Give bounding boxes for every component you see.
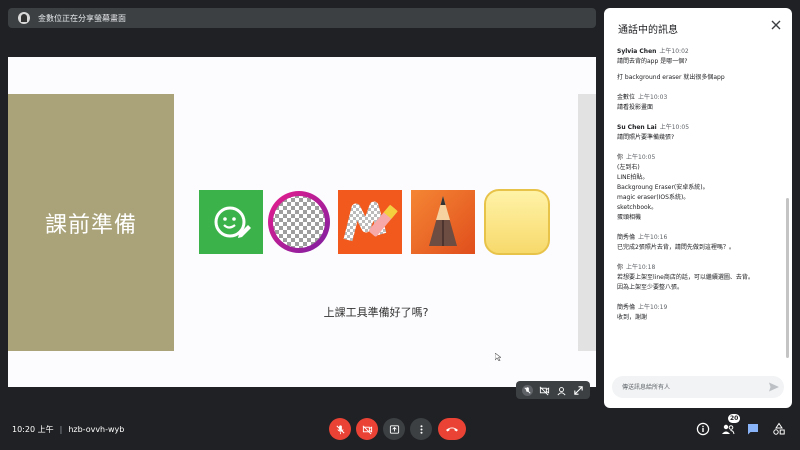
message-sender: Su Chen Lai — [617, 124, 657, 131]
message-text: LINE拍貼。 — [617, 174, 649, 181]
message-time: 上午10:02 — [659, 48, 689, 55]
meeting-code: hzb-ovvh-wyb — [68, 425, 125, 434]
message-time: 上午10:18 — [626, 264, 656, 271]
chat-message: Sylvia Chen 上午10:02 請問去背的app 是哪一個? 打 back… — [617, 46, 777, 83]
send-icon[interactable] — [768, 381, 780, 393]
chat-title: 通話中的訊息 — [618, 25, 678, 36]
message-time: 上午10:16 — [638, 234, 668, 241]
message-text: 請問照片要準備幾張? — [617, 134, 675, 141]
close-icon[interactable] — [770, 19, 782, 31]
message-time: 上午10:05 — [659, 124, 690, 131]
line-camera-icon — [199, 190, 263, 254]
chat-message: 簡秀倫 上午10:16 已完成2張照片去背，請問先做到這裡嗎？。 — [617, 232, 777, 253]
chat-message-list: Sylvia Chen 上午10:02 請問去背的app 是哪一個? 打 back… — [617, 46, 777, 366]
message-text: 若想要上架至line商店的話，可以繼續選圖、去背。 — [617, 274, 754, 281]
meeting-info: 10:20 上午 | hzb-ovvh-wyb — [12, 424, 124, 435]
message-time: 上午10:03 — [638, 94, 668, 101]
message-text: magic eraser(IOS系統)。 — [617, 194, 690, 201]
mic-off-icon — [335, 424, 345, 434]
participants-button[interactable] — [720, 421, 736, 437]
message-text: (左到右) — [617, 164, 640, 171]
activities-button[interactable] — [771, 421, 787, 437]
info-icon — [696, 422, 710, 436]
message-sender: 簡秀倫 — [617, 234, 636, 241]
shared-screen: 課前準備 上課工具準備好了嗎? — [8, 57, 596, 387]
message-text: 打 background eraser 就出很多個app — [617, 74, 725, 81]
message-sender: Sylvia Chen — [617, 48, 657, 55]
camera-off-icon — [362, 425, 372, 434]
message-sender: 你 — [617, 264, 624, 271]
mouse-cursor-icon — [495, 353, 501, 361]
presenting-text: 金數位正在分享螢幕畫面 — [38, 13, 126, 23]
message-text: 蛋頭相機 — [617, 214, 642, 221]
message-text: 已完成2張照片去背，請問先做到這裡嗎？。 — [617, 244, 735, 251]
message-text: sketchbook。 — [617, 204, 658, 211]
end-call-button[interactable] — [438, 418, 466, 440]
more-options-button[interactable] — [410, 418, 432, 440]
message-text: 收到，謝謝 — [617, 314, 648, 321]
self-camera-off-icon[interactable] — [538, 384, 551, 397]
sketchbook-icon — [411, 190, 475, 254]
camera-toggle-button[interactable] — [356, 418, 378, 440]
slide-question: 上課工具準備好了嗎? — [323, 306, 429, 319]
chat-scrollbar[interactable] — [786, 198, 789, 358]
chat-message: 簡秀倫 上午10:19 收到，謝謝 — [617, 302, 777, 323]
slide-title-block: 課前準備 — [8, 94, 174, 351]
present-screen-button[interactable] — [383, 418, 405, 440]
slide-right-strip — [578, 94, 596, 351]
meeting-separator: | — [59, 425, 63, 434]
message-text: 因為上架至少要整八張。 — [617, 284, 684, 291]
phone-hangup-icon — [446, 427, 458, 432]
present-screen-icon — [389, 424, 399, 434]
self-mic-off-icon[interactable] — [521, 384, 534, 397]
participants-count-badge: 20 — [728, 414, 741, 423]
chat-message: Su Chen Lai 上午10:05 請問照片要準備幾張? — [617, 122, 777, 143]
self-view-controls — [516, 381, 590, 399]
mic-toggle-button[interactable] — [329, 418, 351, 440]
message-time: 上午10:05 — [626, 154, 656, 161]
presenting-banner: 金數位正在分享螢幕畫面 — [8, 8, 596, 28]
more-vert-icon — [419, 424, 423, 434]
chat-message-input[interactable] — [612, 376, 784, 398]
meeting-details-button[interactable] — [695, 421, 711, 437]
message-sender: 金數位 — [617, 94, 636, 101]
people-icon — [722, 424, 735, 435]
background-eraser-icon — [267, 190, 331, 254]
message-text: 請問去背的app 是哪一個? — [617, 58, 688, 65]
slide-title: 課前準備 — [44, 212, 137, 238]
meeting-time: 10:20 上午 — [12, 425, 54, 434]
presenter-avatar — [18, 12, 30, 24]
chat-message: 你上午10:18 若想要上架至line商店的話，可以繼續選圖、去背。 因為上架至… — [617, 262, 777, 293]
message-time: 上午10:19 — [638, 304, 668, 311]
chat-message: 你上午10:05 (左到右) LINE拍貼。 Backgroung Eraser… — [617, 152, 777, 223]
self-expand-icon[interactable] — [572, 384, 585, 397]
message-sender: 你 — [617, 154, 624, 161]
chat-icon — [748, 424, 758, 435]
message-text: Backgroung Eraser(安卓系統)。 — [617, 184, 709, 191]
notes-icon — [483, 188, 551, 256]
magic-eraser-icon — [338, 190, 402, 254]
message-text: 請看投影畫面 — [617, 104, 654, 111]
chat-panel: 通話中的訊息 Sylvia Chen 上午10:02 請問去背的app 是哪一個?… — [604, 8, 792, 408]
message-sender: 簡秀倫 — [617, 304, 636, 311]
chat-button[interactable] — [745, 421, 761, 437]
activities-icon — [773, 422, 785, 435]
chat-message: 金數位 上午10:03 請看投影畫面 — [617, 92, 777, 113]
self-effects-icon[interactable] — [555, 384, 568, 397]
